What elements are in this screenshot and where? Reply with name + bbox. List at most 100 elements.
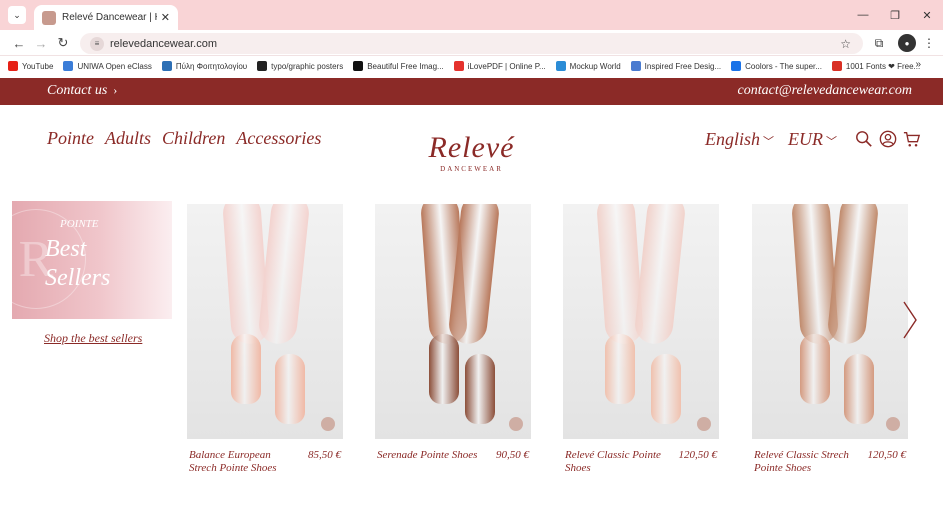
bookmark-label: 1001 Fonts ❤ Free...: [845, 61, 921, 71]
site-favicon-icon: [42, 10, 56, 25]
product-image[interactable]: [375, 204, 531, 439]
bookmark-label: YouTube: [22, 61, 54, 71]
leg-illustration: [257, 204, 311, 346]
bookmarks-bar: YouTube UNIWA Open eClass Πύλη Φοιτητολογί…: [0, 56, 943, 76]
pointe-shoe-illustration: [275, 354, 305, 424]
brand-badge-icon: [509, 417, 523, 431]
bookmark-label: Πύλη Φοιτητολογίου: [175, 61, 248, 71]
url-text: relevedancewear.com: [110, 37, 218, 50]
leg-illustration: [826, 204, 880, 346]
product-image[interactable]: [187, 204, 343, 439]
bookmark-item[interactable]: 1001 Fonts ❤ Free...: [831, 61, 921, 71]
cart-icon[interactable]: [901, 128, 923, 150]
tab-title: Relevé Dancewear | Home: [62, 12, 157, 23]
minimize-icon[interactable]: —: [847, 0, 879, 30]
contact-us-link[interactable]: Contact us ›: [47, 83, 117, 99]
bookmark-item[interactable]: Mockup World: [555, 61, 621, 71]
pointe-shoe-illustration: [605, 334, 635, 404]
back-icon[interactable]: ←: [10, 34, 28, 52]
bookmark-favicon-icon: [161, 61, 172, 71]
product-image[interactable]: [752, 204, 908, 439]
best-sellers-banner: R POINTE Best Sellers: [12, 201, 172, 319]
bookmark-item[interactable]: Inspired Free Desig...: [630, 61, 722, 71]
bookmark-favicon-icon: [453, 61, 464, 71]
browser-menu-icon[interactable]: ⋮: [920, 34, 938, 52]
restore-icon[interactable]: ❐: [879, 0, 911, 30]
promo-kicker: POINTE: [60, 218, 99, 230]
product-name[interactable]: Relevé Classic Strech Pointe Shoes: [754, 449, 858, 475]
bookmark-label: Mockup World: [569, 61, 621, 71]
product-name[interactable]: Balance European Strech Pointe Shoes: [189, 449, 293, 475]
extensions-icon[interactable]: ⧉: [870, 34, 888, 52]
product-price: 85,50 €: [308, 449, 341, 461]
pointe-shoe-illustration: [844, 354, 874, 424]
product-name[interactable]: Serenade Pointe Shoes: [377, 449, 481, 462]
bookmark-label: UNIWA Open eClass: [77, 61, 152, 71]
promo-headline: Best Sellers: [45, 236, 111, 291]
product-image[interactable]: [563, 204, 719, 439]
product-price: 120,50 €: [867, 449, 907, 461]
language-selector[interactable]: English ﹀: [705, 129, 774, 150]
pointe-shoe-illustration: [651, 354, 681, 424]
bookmark-label: Coolors - The super...: [745, 61, 822, 71]
chevron-right-icon: ›: [113, 83, 118, 97]
pointe-shoe-illustration: [465, 354, 495, 424]
product-price: 90,50 €: [496, 449, 529, 461]
pointe-shoe-illustration: [800, 334, 830, 404]
forward-icon[interactable]: →: [32, 34, 50, 52]
bookmark-favicon-icon: [731, 61, 742, 71]
brand-badge-icon: [886, 417, 900, 431]
bookmark-favicon-icon: [353, 61, 364, 71]
browser-tab[interactable]: Relevé Dancewear | Home ✕: [34, 5, 178, 30]
pointe-shoe-illustration: [231, 334, 261, 404]
header-actions: English ﹀ EUR ﹀: [705, 128, 923, 150]
bookmark-favicon-icon: [630, 61, 641, 71]
bookmark-item[interactable]: Beautiful Free Imag...: [353, 61, 444, 71]
bookmark-favicon-icon: [8, 61, 18, 71]
bookmark-favicon-icon: [63, 61, 74, 71]
shop-best-sellers-link[interactable]: Shop the best sellers: [44, 331, 142, 346]
product-card[interactable]: Serenade Pointe Shoes 90,50 €: [375, 204, 531, 479]
account-icon[interactable]: [877, 128, 899, 150]
currency-selector[interactable]: EUR ﹀: [788, 129, 837, 150]
bookmark-item[interactable]: Coolors - The super...: [731, 61, 822, 71]
bookmark-item[interactable]: Πύλη Φοιτητολογίου: [161, 61, 248, 71]
bookmark-favicon-icon: [555, 61, 566, 71]
contact-email-link[interactable]: contact@relevedancewear.com: [738, 83, 912, 99]
site-info-icon[interactable]: ≡: [90, 36, 104, 51]
brand-badge-icon: [697, 417, 711, 431]
browser-toolbar: ← → ↻ ≡ relevedancewear.com ☆ ⧉ ● ⋮: [0, 30, 943, 56]
bookmark-favicon-icon: [831, 61, 842, 71]
carousel-next-arrow-icon[interactable]: [902, 300, 918, 340]
bookmark-favicon-icon: [257, 61, 268, 71]
search-icon[interactable]: [853, 128, 875, 150]
reload-icon[interactable]: ↻: [54, 34, 72, 52]
browser-tab-strip: ⌄ Relevé Dancewear | Home ✕ — ❐ ✕: [0, 0, 943, 30]
tab-close-icon[interactable]: ✕: [161, 11, 170, 24]
bookmark-item[interactable]: UNIWA Open eClass: [63, 61, 152, 71]
site-topbar: Contact us › contact@relevedancewear.com: [0, 78, 943, 105]
product-card[interactable]: Balance European Strech Pointe Shoes 85,…: [187, 204, 343, 479]
brand-badge-icon: [321, 417, 335, 431]
bookmark-label: Beautiful Free Imag...: [367, 61, 444, 71]
window-controls: — ❐ ✕: [847, 0, 943, 30]
chevron-down-icon: ﹀: [763, 135, 775, 148]
product-price: 120,50 €: [678, 449, 718, 461]
logo-tagline: DANCEWEAR: [440, 165, 503, 173]
bookmark-item[interactable]: YouTube: [8, 61, 53, 71]
bookmark-item[interactable]: iLovePDF | Online P...: [453, 61, 546, 71]
more-bookmarks-icon[interactable]: »: [915, 59, 921, 70]
close-window-icon[interactable]: ✕: [911, 0, 943, 30]
tab-search-button[interactable]: ⌄: [8, 6, 26, 24]
product-card[interactable]: Relevé Classic Pointe Shoes 120,50 €: [563, 204, 719, 479]
bookmark-label: typo/graphic posters: [271, 61, 344, 71]
bookmark-star-icon[interactable]: ☆: [840, 37, 851, 51]
bookmark-item[interactable]: typo/graphic posters: [257, 61, 343, 71]
product-name[interactable]: Relevé Classic Pointe Shoes: [565, 449, 669, 475]
chevron-down-icon: ﹀: [826, 135, 838, 148]
product-card[interactable]: Relevé Classic Strech Pointe Shoes 120,5…: [752, 204, 908, 479]
bookmark-label: Inspired Free Desig...: [644, 61, 722, 71]
address-bar[interactable]: ≡ relevedancewear.com ☆: [80, 33, 863, 54]
profile-avatar-icon[interactable]: ●: [898, 34, 916, 52]
bookmark-label: iLovePDF | Online P...: [467, 61, 546, 71]
